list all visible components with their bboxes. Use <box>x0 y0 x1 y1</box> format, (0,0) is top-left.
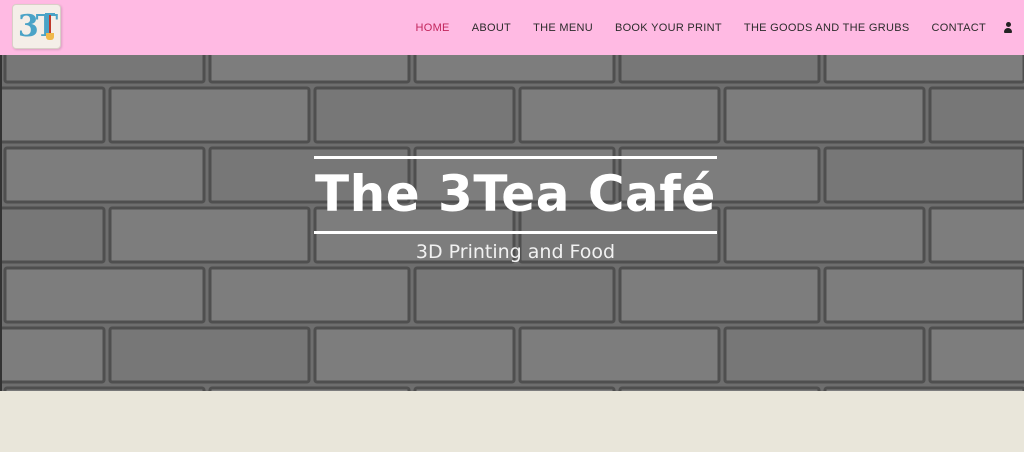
title-rule-bottom <box>314 231 717 234</box>
site-header: 3T HOME ABOUT THE MENU BOOK YOUR PRINT T… <box>0 0 1024 55</box>
nav-goods-and-grubs[interactable]: THE GOODS AND THE GRUBS <box>744 22 910 34</box>
main-nav: HOME ABOUT THE MENU BOOK YOUR PRINT THE … <box>393 0 1012 55</box>
user-icon[interactable] <box>1004 22 1012 33</box>
content-area <box>0 391 1024 452</box>
nav-book-your-print[interactable]: BOOK YOUR PRINT <box>615 22 722 34</box>
nav-about[interactable]: ABOUT <box>472 22 511 34</box>
hero-title: The 3Tea Café <box>315 165 716 223</box>
site-logo[interactable]: 3T <box>12 4 61 49</box>
nav-the-menu[interactable]: THE MENU <box>533 22 593 34</box>
nav-home[interactable]: HOME <box>415 22 449 34</box>
hero-banner: The 3Tea Café 3D Printing and Food <box>0 55 1024 391</box>
nav-contact[interactable]: CONTACT <box>932 22 986 34</box>
hero-title-block: The 3Tea Café <box>314 156 717 234</box>
hero-subtitle: 3D Printing and Food <box>415 241 616 263</box>
teacup-icon <box>46 33 54 40</box>
